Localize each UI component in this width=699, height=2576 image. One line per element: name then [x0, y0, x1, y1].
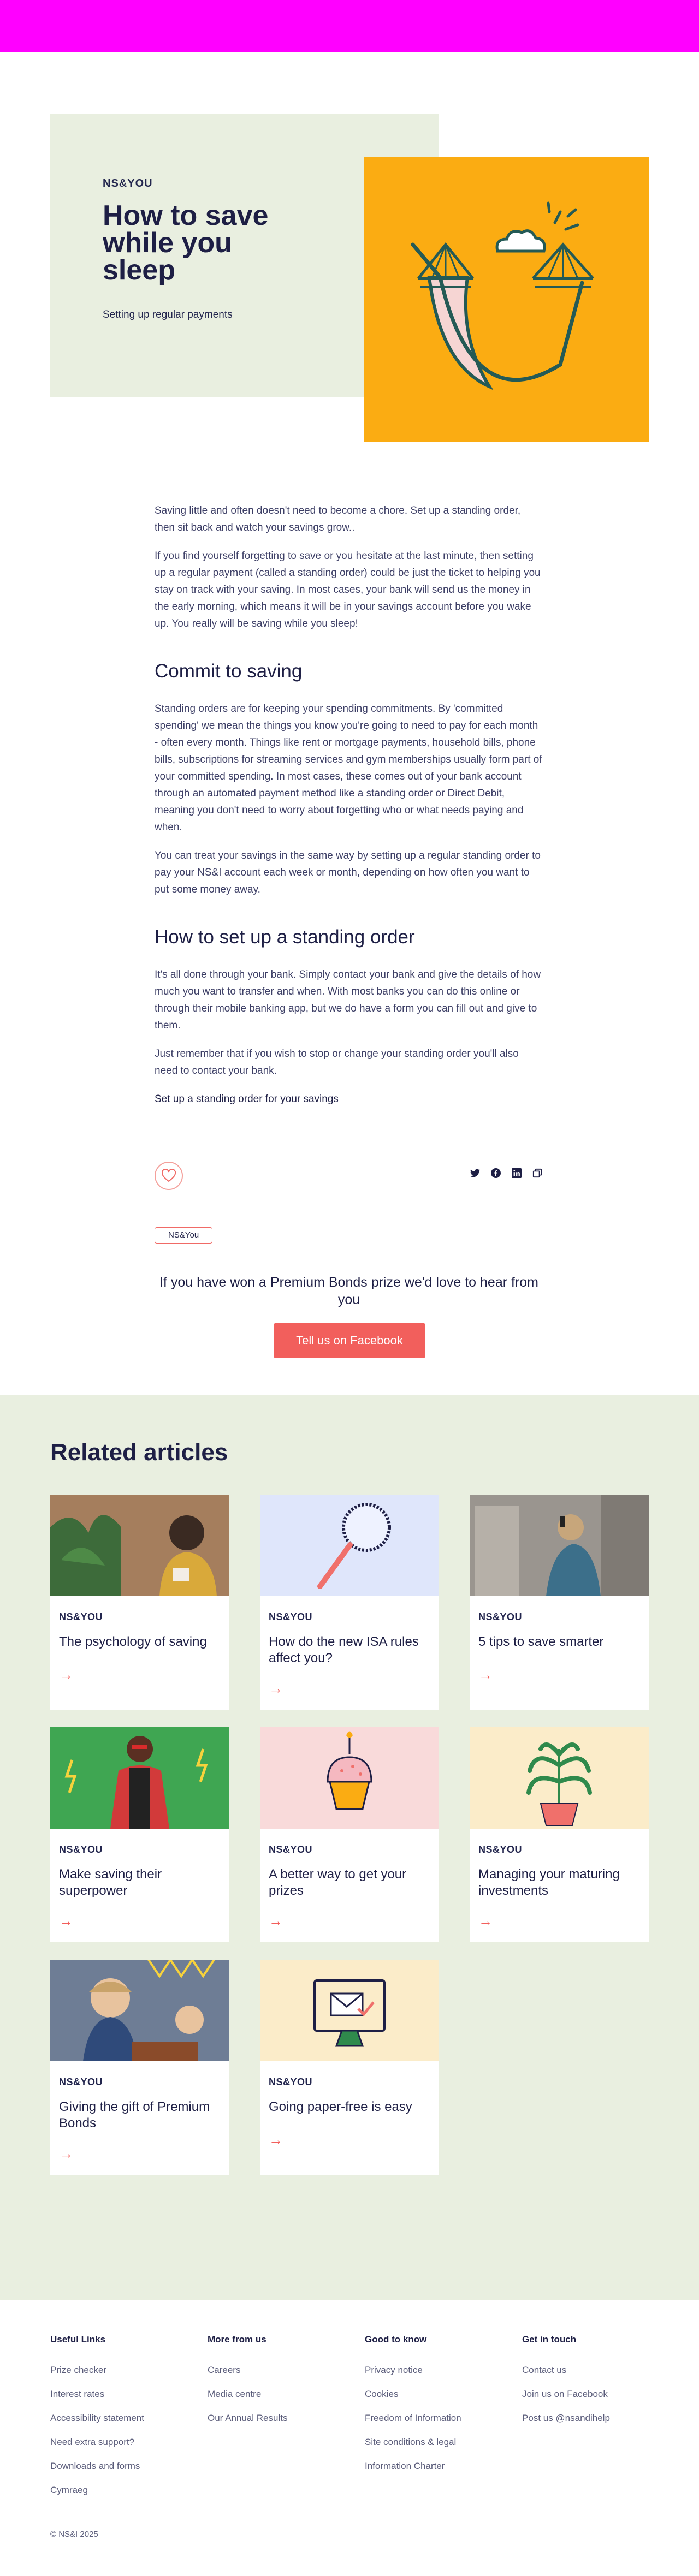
card-eyebrow: NS&YOU	[478, 1611, 523, 1622]
footer-link[interactable]: Our Annual Results	[208, 2412, 287, 2424]
footer-column-title: Get in touch	[522, 2334, 577, 2345]
article-card[interactable]: NS&YOU A better way to get your prizes →	[260, 1727, 439, 1942]
article-card[interactable]: NS&YOU The psychology of saving →	[50, 1495, 229, 1710]
footer-link[interactable]: Site conditions & legal	[365, 2436, 461, 2448]
card-title: Going paper-free is easy	[269, 2099, 412, 2114]
like-button[interactable]	[155, 1162, 183, 1190]
footer-link[interactable]: Media centre	[208, 2388, 287, 2400]
article-card[interactable]: NS&YOU 5 tips to save smarter →	[470, 1495, 649, 1710]
share-row	[155, 1162, 543, 1193]
standing-order-link[interactable]: Set up a standing order for your savings	[155, 1091, 339, 1108]
article-paragraph: If you find yourself forgetting to save …	[155, 550, 541, 629]
footer-column-useful-links: Useful Links Prize checker Interest rate…	[50, 2334, 144, 2508]
section-heading-standing-order: How to set up a standing order	[155, 926, 415, 948]
footer-link[interactable]: Join us on Facebook	[522, 2388, 610, 2400]
footer-link[interactable]: Information Charter	[365, 2460, 461, 2472]
article-card[interactable]: NS&YOU Going paper-free is easy →	[260, 1960, 439, 2175]
hammock-icon	[411, 201, 594, 390]
footer-link[interactable]: Prize checker	[50, 2364, 144, 2376]
email-computer-illustration	[260, 1960, 439, 2061]
footer-column-title: More from us	[208, 2334, 266, 2345]
footer-column-more-from-us: More from us Careers Media centre Our An…	[208, 2334, 287, 2436]
article-card[interactable]: NS&YOU Managing your maturing investment…	[470, 1727, 649, 1942]
card-eyebrow: NS&YOU	[59, 1844, 103, 1855]
footer-column-get-in-touch: Get in touch Contact us Join us on Faceb…	[522, 2334, 610, 2436]
hero-subtitle: Setting up regular payments	[103, 309, 233, 320]
footer-column-good-to-know: Good to know Privacy notice Cookies Free…	[365, 2334, 461, 2484]
arrow-right-icon: →	[59, 1913, 73, 1929]
card-title: A better way to get your prizes	[269, 1867, 407, 1898]
footer-column-title: Good to know	[365, 2334, 427, 2345]
facebook-icon[interactable]	[490, 1167, 502, 1179]
card-title: The psychology of saving	[59, 1634, 207, 1649]
footer-link[interactable]: Cymraeg	[50, 2484, 144, 2496]
topic-tag[interactable]: NS&You	[155, 1227, 213, 1244]
page-title: How to save while you sleep	[103, 200, 269, 286]
article-paragraph: It's all done through your bank. Simply …	[155, 969, 541, 1031]
cta-heading: If you have won a Premium Bonds prize we…	[159, 1275, 538, 1307]
section-heading-commit: Commit to saving	[155, 661, 303, 682]
article-card[interactable]: NS&YOU Make saving their superpower →	[50, 1727, 229, 1942]
copyright: © NS&I 2025	[50, 2530, 98, 2539]
card-title: How do the new ISA rules affect you?	[269, 1634, 419, 1665]
twitter-icon[interactable]	[469, 1167, 481, 1179]
card-title: 5 tips to save smarter	[478, 1634, 604, 1649]
card-eyebrow: NS&YOU	[59, 2077, 103, 2087]
card-eyebrow: NS&YOU	[269, 2077, 313, 2087]
linkedin-icon[interactable]	[511, 1167, 523, 1179]
footer-link[interactable]: Privacy notice	[365, 2364, 461, 2376]
magnifying-glass-illustration	[260, 1495, 439, 1596]
footer-link[interactable]: Cookies	[365, 2388, 461, 2400]
footer-column-title: Useful Links	[50, 2334, 106, 2345]
footer-link[interactable]: Freedom of Information	[365, 2412, 461, 2424]
hammock-illustration	[364, 157, 649, 442]
arrow-right-icon: →	[269, 2132, 283, 2148]
related-articles-title: Related articles	[50, 1439, 228, 1466]
arrow-right-icon: →	[269, 1680, 283, 1697]
footer-link[interactable]: Accessibility statement	[50, 2412, 144, 2424]
article-card[interactable]: NS&YOU Giving the gift of Premium Bonds …	[50, 1960, 229, 2175]
copy-link-icon[interactable]	[531, 1167, 543, 1179]
arrow-right-icon: →	[59, 2145, 73, 2162]
card-eyebrow: NS&YOU	[269, 1611, 313, 1622]
footer-link[interactable]: Post us @nsandihelp	[522, 2412, 610, 2424]
heart-icon	[162, 1169, 176, 1182]
card-title: Make saving their superpower	[59, 1867, 162, 1898]
footer-link[interactable]: Interest rates	[50, 2388, 144, 2400]
woman-phone-city-photo	[470, 1495, 649, 1596]
hero-eyebrow: NS&YOU	[103, 177, 153, 189]
social-share-icons	[469, 1167, 543, 1179]
footer-link[interactable]: Downloads and forms	[50, 2460, 144, 2472]
footer-link[interactable]: Careers	[208, 2364, 287, 2376]
site-footer: Useful Links Prize checker Interest rate…	[0, 2300, 699, 2576]
card-eyebrow: NS&YOU	[269, 1844, 313, 1855]
article-paragraph: Standing orders are for keeping your spe…	[155, 703, 542, 833]
arrow-right-icon: →	[59, 1667, 73, 1683]
plant-pot-illustration	[470, 1727, 649, 1829]
card-eyebrow: NS&YOU	[478, 1844, 523, 1855]
article-paragraph: You can treat your savings in the same w…	[155, 850, 541, 895]
arrow-right-icon: →	[269, 1913, 283, 1929]
article-paragraph: Just remember that if you wish to stop o…	[155, 1048, 519, 1076]
related-articles-section: Related articles NS&YOU The psychology o…	[0, 1395, 699, 2300]
facebook-cta-button[interactable]: Tell us on Facebook	[274, 1323, 425, 1358]
woman-with-plants-photo	[50, 1495, 229, 1596]
footer-link[interactable]: Need extra support?	[50, 2436, 144, 2448]
child-superhero-photo	[50, 1727, 229, 1829]
arrow-right-icon: →	[478, 1913, 493, 1929]
article-body: Saving little and often doesn't need to …	[155, 502, 543, 1108]
card-title: Managing your maturing investments	[478, 1867, 620, 1898]
arrow-right-icon: →	[478, 1667, 493, 1683]
article-intro: Saving little and often doesn't need to …	[155, 505, 521, 533]
card-title: Giving the gift of Premium Bonds	[59, 2099, 210, 2131]
top-banner	[0, 0, 699, 52]
cupcake-illustration	[260, 1727, 439, 1829]
card-eyebrow: NS&YOU	[59, 1611, 103, 1622]
child-birthday-cake-photo	[50, 1960, 229, 2061]
article-card[interactable]: NS&YOU How do the new ISA rules affect y…	[260, 1495, 439, 1710]
footer-link[interactable]: Contact us	[522, 2364, 610, 2376]
